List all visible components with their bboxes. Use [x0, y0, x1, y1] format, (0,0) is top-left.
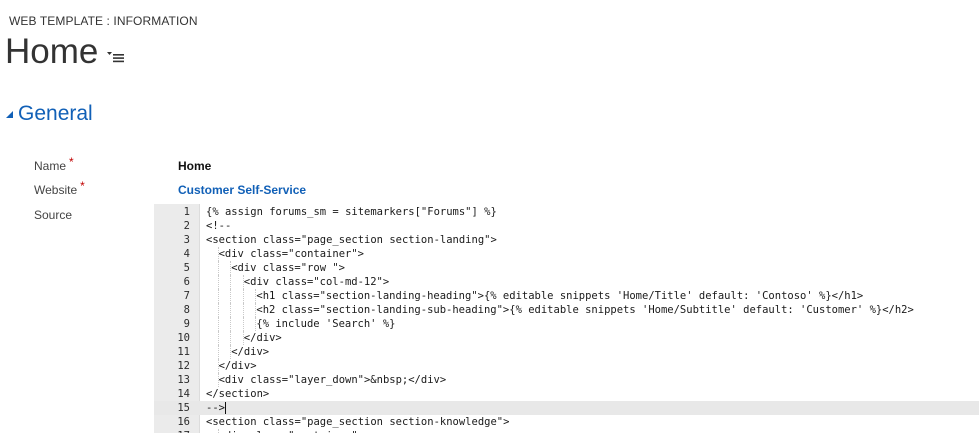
- code-text: </div>: [243, 332, 282, 344]
- indent-guide: [217, 303, 219, 317]
- line-number: 1: [183, 206, 190, 218]
- code-text: </div>: [218, 360, 257, 372]
- code-text: <div class="col-md-12">: [243, 276, 390, 288]
- line-number: 4: [183, 248, 190, 260]
- name-field[interactable]: Home: [178, 159, 211, 173]
- line-number: 14: [177, 388, 190, 400]
- code-line[interactable]: 2 <!--: [154, 219, 979, 233]
- indent-guide: [230, 275, 232, 289]
- section-general-header[interactable]: General: [6, 100, 93, 128]
- code-text: <div class="row ">: [231, 262, 345, 274]
- indent-guide: [230, 317, 232, 331]
- indent-guide: [230, 331, 232, 345]
- web-template-form: WEB TEMPLATE : INFORMATION Home General …: [0, 0, 979, 433]
- section-title: General: [18, 102, 93, 125]
- code-text: <section class="page_section section-kno…: [206, 416, 510, 428]
- indent-guide: [217, 275, 219, 289]
- code-line[interactable]: 14 </section>: [154, 387, 979, 401]
- indent-guide: [217, 331, 219, 345]
- code-lines: 1 {% assign forums_sm = sitemarkers["Foru…: [154, 205, 979, 433]
- code-line[interactable]: 9 {% include 'Search' %}: [154, 317, 979, 331]
- page-title: Home: [5, 32, 99, 71]
- code-line[interactable]: 8 <h2 class="section-landing-sub-heading"…: [154, 303, 979, 317]
- line-number: 13: [177, 374, 190, 386]
- indent-guide: [242, 317, 244, 331]
- code-line[interactable]: 6 <div class="col-md-12">: [154, 275, 979, 289]
- code-text: </div>: [231, 346, 270, 358]
- code-text: <div class="container">: [219, 429, 364, 433]
- website-required-marker: *: [80, 179, 85, 193]
- code-line[interactable]: 12 </div>: [154, 359, 979, 373]
- text-cursor: [224, 402, 226, 414]
- indent-guide: [242, 289, 244, 303]
- code-text: <h1 class="section-landing-heading">{% e…: [256, 290, 864, 302]
- line-number: 2: [183, 220, 190, 232]
- line-number: 17: [154, 429, 190, 433]
- code-line[interactable]: 15 -->: [154, 401, 979, 415]
- indent-guide: [217, 261, 219, 275]
- code-line[interactable]: 11 </div>: [154, 345, 979, 359]
- website-label: Website *: [34, 179, 85, 197]
- code-line[interactable]: 4 <div class="container">: [154, 247, 979, 261]
- website-lookup-link[interactable]: Customer Self-Service: [178, 183, 306, 197]
- code-text: <!--: [206, 220, 232, 232]
- indent-guide: [217, 345, 219, 359]
- form-selector-menu-icon[interactable]: [107, 49, 125, 63]
- name-label: Name *: [34, 155, 74, 173]
- line-number: 6: [183, 276, 190, 288]
- line-number: 11: [177, 346, 190, 358]
- line-number: 3: [183, 234, 190, 246]
- line-number: 8: [183, 304, 190, 316]
- code-line[interactable]: 17 <div class="container">: [154, 429, 979, 433]
- indent-guide: [217, 289, 219, 303]
- code-line[interactable]: 7 <h1 class="section-landing-heading">{% …: [154, 289, 979, 303]
- line-number: 12: [177, 360, 190, 372]
- code-text: <h2 class="section-landing-sub-heading">…: [256, 304, 914, 316]
- code-line[interactable]: 3 <section class="page_section section-la…: [154, 233, 979, 247]
- indent-guide: [230, 303, 232, 317]
- code-line[interactable]: 10 </div>: [154, 331, 979, 345]
- source-code-editor[interactable]: 1 {% assign forums_sm = sitemarkers["Foru…: [154, 204, 979, 433]
- collapse-triangle-icon: [6, 111, 13, 118]
- entity-type-label: WEB TEMPLATE : INFORMATION: [9, 14, 198, 28]
- line-number: 5: [183, 262, 190, 274]
- code-text: <div class="layer_down">&nbsp;</div>: [218, 374, 447, 386]
- indent-guide: [217, 317, 219, 331]
- code-text: <section class="page_section section-lan…: [206, 234, 497, 246]
- code-line[interactable]: 16 <section class="page_section section-k…: [154, 415, 979, 429]
- code-line[interactable]: 5 <div class="row ">: [154, 261, 979, 275]
- code-text: </section>: [206, 388, 270, 400]
- code-line[interactable]: 13 <div class="layer_down">&nbsp;</div>: [154, 373, 979, 387]
- line-number: 16: [177, 416, 190, 428]
- indent-guide: [230, 289, 232, 303]
- title-row: Home: [5, 30, 125, 74]
- name-label-text: Name: [34, 159, 67, 173]
- website-label-text: Website: [34, 183, 78, 197]
- line-number: 7: [183, 290, 190, 302]
- code-text: <div class="container">: [218, 248, 364, 260]
- code-text: -->: [206, 402, 226, 414]
- line-number: 10: [177, 332, 190, 344]
- indent-guide: [242, 303, 244, 317]
- line-number: 15: [177, 402, 190, 414]
- code-text: {% assign forums_sm = sitemarkers["Forum…: [206, 206, 497, 218]
- source-label: Source: [34, 208, 73, 222]
- line-number: 9: [183, 318, 190, 330]
- name-required-marker: *: [69, 155, 74, 169]
- code-text: {% include 'Search' %}: [256, 318, 396, 330]
- code-line[interactable]: 1 {% assign forums_sm = sitemarkers["Foru…: [154, 205, 979, 219]
